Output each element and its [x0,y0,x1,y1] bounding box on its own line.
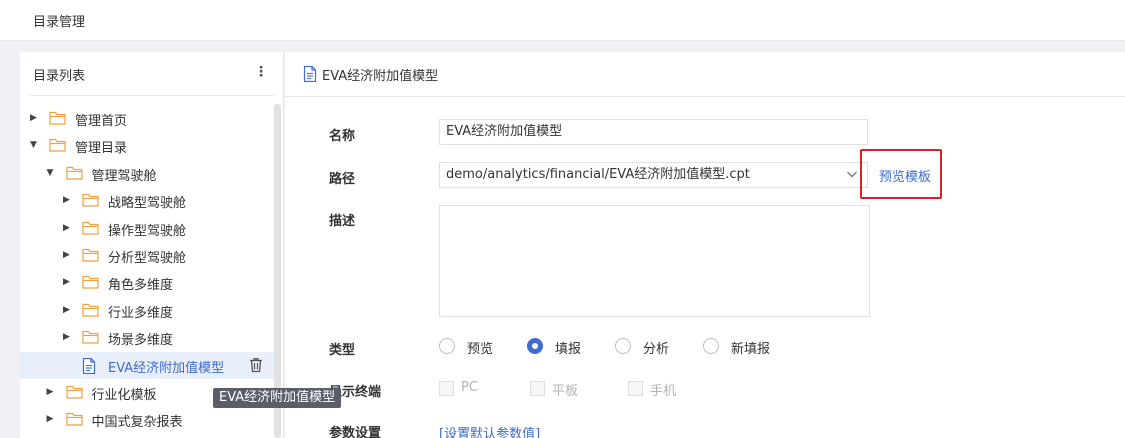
left-edge [0,41,10,438]
type-option-label: 新填报 [731,342,771,357]
detail-title: EVA经济附加值模型 [322,69,439,84]
highlight-box [860,149,942,199]
folder-icon [82,303,99,317]
folder-icon [82,275,99,289]
folder-icon [49,111,66,125]
type-label: 类型 [329,343,356,358]
tooltip: EVA经济附加值模型 [213,388,342,408]
tree-item-label: 中国式复杂报表 [91,415,183,431]
tree-item-label: EVA经济附加值模型 [108,360,225,376]
caret-down-icon[interactable]: ▼ [47,167,57,179]
directory-panel-title: 目录列表 [33,69,86,84]
folder-icon [82,248,99,262]
terminal-option-label: 手机 [650,384,677,399]
chevron-down-icon[interactable] [846,168,858,180]
tree-item-folder[interactable]: ▼ 管理目录 [20,132,274,159]
type-option-label: 填报 [555,342,582,357]
tree-item-label: 场景多维度 [108,333,174,349]
tree-item-label: 管理首页 [75,114,128,129]
caret-right-icon[interactable]: ▶ [47,413,57,425]
caret-right-icon[interactable]: ▶ [30,112,40,124]
caret-down-icon[interactable]: ▼ [30,139,40,151]
name-input[interactable]: EVA经济附加值模型 [439,119,868,145]
description-textarea[interactable] [439,205,870,317]
terminal-option-label: 平板 [552,384,579,399]
params-label: 参数设置 [329,426,382,438]
tree-item-file[interactable]: EVA经济附加值模型 [20,351,274,379]
caret-right-icon[interactable]: ▶ [63,222,73,234]
set-default-params-link[interactable]: [设置默认参数值] [439,423,540,438]
tree-item-label: 分析型驾驶舱 [108,251,187,266]
terminal-checkbox-mobile[interactable] [628,381,643,396]
tree-item-label: 行业化模板 [91,388,157,403]
tree-item-label: 管理目录 [75,141,128,157]
type-radio-analysis[interactable] [615,338,631,354]
folder-icon [82,193,99,207]
description-label: 描述 [329,214,356,229]
page-title: 目录管理 [33,15,86,30]
tree-item-label: 行业多维度 [108,305,174,321]
type-option-label: 预览 [467,342,494,357]
directory-panel: 目录列表 ⋮ ▶ 管理首页 ▼ 管理目录 ▼ 管理驾驶舱 ▶ 战略型驾驶舱 ▶ 操作型驾驶舱 ▶ 分析… [20,52,284,438]
terminal-checkbox-pc[interactable] [439,381,454,396]
tree-item-folder[interactable]: ▶ 中国式复杂报表 [20,406,274,433]
divider [30,95,274,96]
tree-item-label: 管理驾驶舱 [91,168,157,184]
folder-icon [82,330,99,344]
tree-item-folder[interactable]: ▶ 操作型驾驶舱 [20,215,274,242]
tree-item-folder[interactable]: ▼ 管理驾驶舱 [20,160,274,187]
trash-icon[interactable] [248,357,264,373]
tree-item-label: 操作型驾驶舱 [108,223,187,239]
path-select[interactable]: demo/analytics/financial/EVA经济附加值模型.cpt [439,162,868,188]
tree-item-label: 战略型驾驶舱 [108,196,187,212]
caret-right-icon[interactable]: ▶ [47,386,57,398]
name-label: 名称 [329,129,356,144]
type-radio-preview[interactable] [439,338,455,354]
document-icon [303,66,317,82]
folder-icon [65,166,83,180]
folder-icon [82,221,99,235]
tree-item-folder[interactable]: ▶ 管理首页 [20,105,274,132]
tree-item-folder[interactable]: ▶ 场景多维度 [20,324,274,351]
folder-icon [65,385,83,399]
detail-panel: EVA经济附加值模型 名称 EVA经济附加值模型 路径 demo/analyti… [285,52,1125,438]
terminal-checkbox-tablet[interactable] [530,381,545,396]
path-label: 路径 [329,172,356,187]
caret-right-icon[interactable]: ▶ [63,331,73,343]
type-option-label: 分析 [643,342,670,357]
type-radio-new-fill[interactable] [703,338,719,354]
terminal-option-label: PC [461,380,478,395]
tree-item-folder[interactable]: ▶ 行业多维度 [20,297,274,324]
tree-item-folder[interactable]: ▶ 战略型驾驶舱 [20,187,274,214]
caret-right-icon[interactable]: ▶ [63,194,73,206]
caret-right-icon[interactable]: ▶ [63,249,73,261]
type-radio-fill[interactable] [527,338,543,354]
detail-header: EVA经济附加值模型 [285,52,1125,97]
tree-item-folder[interactable]: ▶ 分析型驾驶舱 [20,242,274,269]
caret-right-icon[interactable]: ▶ [63,304,73,316]
folder-icon [65,412,83,426]
caret-right-icon[interactable]: ▶ [63,276,73,288]
top-bar: 目录管理 [0,0,1125,41]
directory-panel-header: 目录列表 ⋮ [20,52,284,96]
more-vertical-icon[interactable]: ⋮ [254,64,268,84]
document-icon [82,357,99,374]
tree-item-folder[interactable]: ▶ 角色多维度 [20,269,274,296]
folder-icon [49,138,66,152]
tree-item-label: 角色多维度 [108,278,174,294]
